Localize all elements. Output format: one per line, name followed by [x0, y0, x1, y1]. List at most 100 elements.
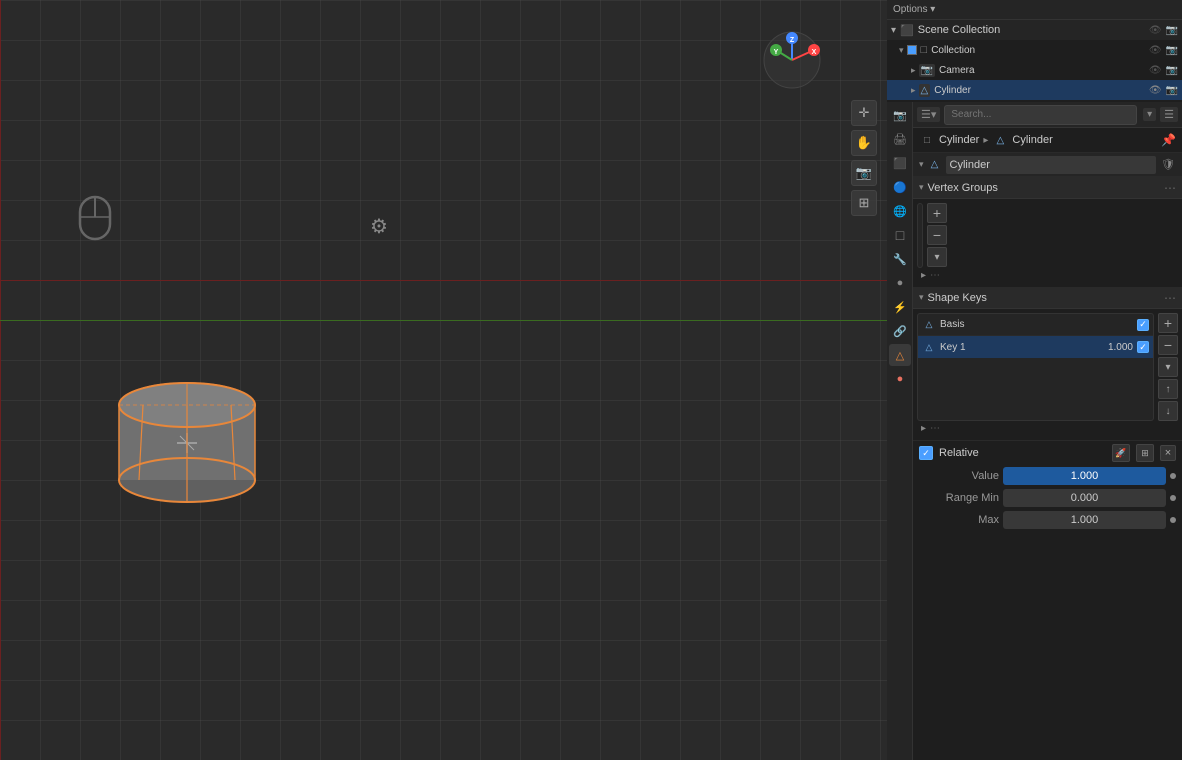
- options-label: Options ▾: [893, 4, 935, 15]
- sk-down-btn[interactable]: ↓: [1158, 401, 1178, 421]
- outliner-camera-row[interactable]: ▸ 📷 Camera 👁 📷: [887, 60, 1182, 80]
- cursor-tool-btn[interactable]: ✛: [851, 100, 877, 126]
- camera-tool-btn[interactable]: 📷: [851, 160, 877, 186]
- mesh-type-icon-bc: △: [992, 132, 1008, 148]
- eye-icon-collection[interactable]: 👁: [1149, 25, 1162, 36]
- sk-up-btn[interactable]: ↑: [1158, 379, 1178, 399]
- value-row: Value: [913, 465, 1182, 487]
- rel-icon-btn-1[interactable]: 🚀: [1112, 444, 1130, 462]
- range-min-dot[interactable]: [1170, 495, 1176, 501]
- data-protect-icon[interactable]: 🛡: [1160, 157, 1176, 173]
- mesh-type-icon: △: [919, 84, 931, 97]
- sk-key1-row[interactable]: △ Key 1 1.000 ✓: [918, 336, 1153, 358]
- vg-list-container: + − ▾: [917, 203, 1178, 268]
- tab-modifier[interactable]: 🔧: [889, 248, 911, 270]
- camera-type-icon: 📷: [919, 64, 935, 77]
- sk-dots: ⋯: [930, 423, 1174, 434]
- sk-section-menu[interactable]: ⋯: [1164, 291, 1176, 305]
- sk-remove-btn[interactable]: −: [1158, 335, 1178, 355]
- range-min-label: Range Min: [919, 492, 999, 504]
- sk-key1-icon: △: [922, 340, 936, 354]
- viewport-3d[interactable]: ⚙: [0, 0, 887, 760]
- sk-basis-check-icon: ✓: [1139, 319, 1147, 330]
- object-breadcrumb: □ Cylinder ▸ △ Cylinder 📌: [913, 128, 1182, 153]
- vg-expand-btn[interactable]: ▾: [927, 247, 947, 267]
- sk-list-outer: △ Basis ✓ △ Key 1 1: [917, 313, 1178, 421]
- svg-text:X: X: [812, 49, 817, 56]
- max-input[interactable]: [1003, 511, 1166, 529]
- tab-object[interactable]: □: [889, 224, 911, 246]
- viewport-gizmo[interactable]: Z X Y: [762, 30, 822, 90]
- sk-expand-btn[interactable]: ▾: [1158, 357, 1178, 377]
- vg-section-menu[interactable]: ⋯: [1164, 181, 1176, 195]
- tab-render[interactable]: 📷: [889, 104, 911, 126]
- tab-output[interactable]: 🖨: [889, 128, 911, 150]
- tab-world[interactable]: 🌐: [889, 200, 911, 222]
- eye-icon-cam[interactable]: 👁: [1149, 65, 1162, 76]
- sk-key1-checkbox[interactable]: ✓: [1137, 341, 1149, 353]
- collection-folder-icon: □: [921, 44, 928, 56]
- filter-type-btn[interactable]: ☰▾: [917, 107, 940, 122]
- eye-icon-cyl[interactable]: 👁: [1149, 85, 1162, 96]
- camera-icon-c[interactable]: 📷: [1166, 45, 1178, 56]
- outliner-collection-row[interactable]: ▾ □ Collection 👁 📷: [887, 40, 1182, 60]
- collection-checkbox[interactable]: [907, 45, 917, 55]
- vertex-groups-section-header[interactable]: ▾ Vertex Groups ⋯: [913, 177, 1182, 199]
- value-input[interactable]: [1003, 467, 1166, 485]
- relative-label: Relative: [939, 447, 1106, 459]
- camera-expand-arrow: ▸: [911, 65, 916, 76]
- shape-keys-section-header[interactable]: ▾ Shape Keys ⋯: [913, 287, 1182, 309]
- props-search-input[interactable]: [944, 105, 1137, 125]
- rel-x-btn[interactable]: ×: [1160, 445, 1176, 461]
- sk-basis-name: Basis: [940, 319, 1137, 330]
- vg-add-btn[interactable]: +: [927, 203, 947, 223]
- mouse-icon: [75, 195, 115, 255]
- tab-view-layer[interactable]: ⬛: [889, 152, 911, 174]
- value-label: Value: [919, 470, 999, 482]
- pin-icon[interactable]: 📌: [1161, 133, 1176, 147]
- tab-constraints[interactable]: 🔗: [889, 320, 911, 342]
- tab-physics[interactable]: ⚡: [889, 296, 911, 318]
- tab-object-data[interactable]: △: [889, 344, 911, 366]
- data-expand-arrow: ▾: [919, 159, 924, 170]
- tab-scene[interactable]: 🔵: [889, 176, 911, 198]
- range-min-input[interactable]: [1003, 489, 1166, 507]
- camera-icon-cam[interactable]: 📷: [1166, 65, 1178, 76]
- value-dot[interactable]: [1170, 473, 1176, 479]
- axis-line-green: [0, 320, 887, 321]
- list-view-btn[interactable]: ☰: [1160, 107, 1178, 122]
- camera-icon-cyl[interactable]: 📷: [1166, 85, 1178, 96]
- breadcrumb-object-name: Cylinder: [939, 134, 979, 146]
- eye-icon-c[interactable]: 👁: [1149, 45, 1162, 56]
- vg-arrow[interactable]: ▸: [921, 270, 926, 281]
- sk-basis-checkbox[interactable]: ✓: [1137, 319, 1149, 331]
- properties-panel: 📷 🖨 ⬛ 🔵 🌐 □ 🔧 ● ⚡ 🔗 △ ●: [887, 102, 1182, 760]
- tab-particles[interactable]: ●: [889, 272, 911, 294]
- filter-arrow-btn[interactable]: ▾: [1143, 108, 1156, 121]
- camera-icon-collection[interactable]: 📷: [1166, 25, 1178, 36]
- vg-section-arrow: ▾: [919, 182, 924, 193]
- sk-key1-name: Key 1: [940, 342, 1108, 353]
- axis-line-red-h: [0, 280, 887, 281]
- max-row: Max: [913, 509, 1182, 531]
- relative-checkbox[interactable]: ✓: [919, 446, 933, 460]
- rel-icon-btn-2[interactable]: ⊞: [1136, 444, 1154, 462]
- sk-add-btn[interactable]: +: [1158, 313, 1178, 333]
- gear-icon: ⚙: [370, 214, 388, 239]
- sk-basis-row[interactable]: △ Basis ✓: [918, 314, 1153, 336]
- vg-side-controls: + − ▾: [927, 203, 947, 268]
- move-tool-btn[interactable]: ✋: [851, 130, 877, 156]
- vg-remove-btn[interactable]: −: [927, 225, 947, 245]
- sk-arrow[interactable]: ▸: [921, 423, 926, 434]
- relative-row: ✓ Relative 🚀 ⊞ ×: [913, 440, 1182, 465]
- quad-view-btn[interactable]: ⊞: [851, 190, 877, 216]
- mesh-name-input[interactable]: [946, 156, 1156, 174]
- scene-collection-header[interactable]: ▾ ⬛ Scene Collection 👁 📷: [887, 20, 1182, 40]
- tab-material[interactable]: ●: [889, 368, 911, 390]
- sk-key1-check-icon: ✓: [1139, 342, 1147, 353]
- camera-name: Camera: [939, 65, 1149, 76]
- outliner-cylinder-row[interactable]: ▸ △ Cylinder 👁 📷: [887, 80, 1182, 100]
- cylinder-name: Cylinder: [934, 85, 1149, 96]
- max-dot[interactable]: [1170, 517, 1176, 523]
- scene-collection-name: Scene Collection: [918, 24, 1149, 36]
